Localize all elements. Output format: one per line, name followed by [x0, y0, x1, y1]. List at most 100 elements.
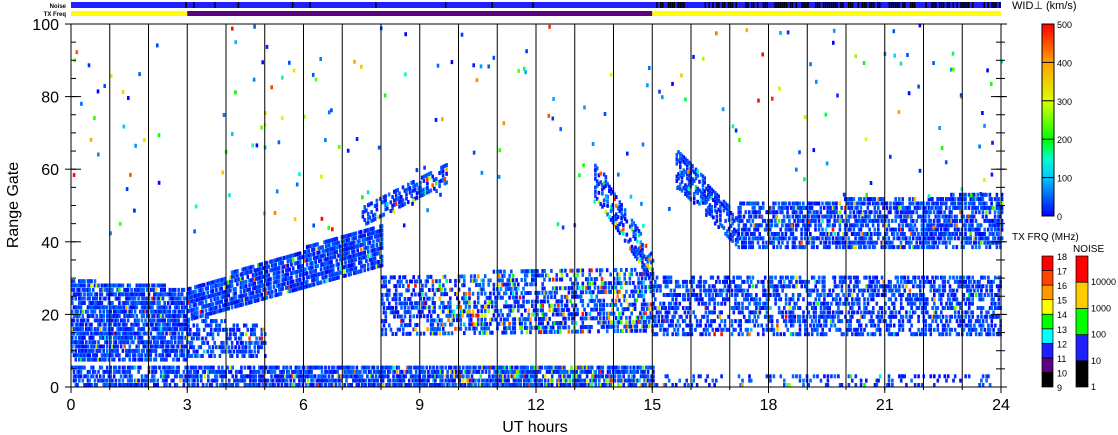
data-cell [83, 283, 86, 288]
data-cell [421, 292, 424, 297]
noise-bar-mark [894, 2, 896, 8]
data-cell [647, 324, 651, 329]
data-cell [751, 240, 755, 245]
data-cell [382, 301, 386, 306]
data-cell [179, 378, 182, 383]
data-cell [602, 324, 606, 329]
data-cell [352, 249, 356, 254]
data-cell [172, 365, 175, 370]
data-cell [239, 336, 243, 341]
data-cell [335, 249, 339, 254]
data-cell [132, 314, 135, 318]
data-cell [125, 322, 128, 327]
data-cell [640, 276, 644, 281]
data-cell [414, 292, 417, 297]
data-cell [623, 212, 627, 217]
data-cell [622, 374, 625, 379]
data-cell [384, 194, 387, 199]
data-cell [414, 283, 417, 288]
noise-bar-mark [948, 2, 951, 8]
data-cell [431, 322, 435, 327]
data-cell [679, 165, 682, 169]
data-cell [286, 263, 290, 268]
data-cell [123, 344, 126, 349]
noise-bar-mark [801, 2, 803, 8]
data-cell [91, 365, 95, 370]
data-cell [558, 329, 562, 334]
data-cell [347, 250, 351, 255]
data-cell [581, 272, 585, 277]
data-cell [633, 302, 637, 307]
data-cell [241, 332, 244, 337]
data-cell [244, 349, 248, 354]
noise-bar-mark [671, 2, 674, 8]
data-cell [206, 349, 209, 354]
data-cell [407, 288, 410, 293]
noise-bar-mark [185, 2, 187, 8]
data-cell [135, 314, 139, 318]
data-cell [125, 305, 128, 310]
data-cell [508, 321, 511, 326]
data-cell [154, 357, 158, 362]
data-cell [177, 287, 180, 292]
data-cell [287, 369, 291, 374]
noise-bar-mark [656, 2, 658, 8]
data-cell [137, 318, 140, 323]
data-cell [494, 300, 497, 305]
data-cell [149, 357, 153, 362]
txfreq-bar [71, 11, 1001, 16]
data-cell [438, 283, 442, 288]
data-cell [544, 325, 548, 330]
data-cell [515, 278, 518, 283]
data-cell [524, 321, 527, 326]
data-cell [619, 268, 623, 272]
data-cell [602, 316, 606, 321]
data-cell [543, 269, 546, 273]
data-cell [616, 215, 620, 220]
data-cell [261, 383, 265, 387]
data-cell [389, 327, 393, 332]
data-cell [571, 369, 575, 374]
data-cell [400, 323, 403, 328]
noise-bar-mark [712, 2, 714, 8]
data-cell [133, 335, 137, 340]
data-cell [130, 374, 133, 379]
data-cell [455, 369, 458, 374]
noise-bar-mark [890, 2, 893, 8]
data-cell [609, 281, 612, 286]
data-cell [401, 369, 404, 374]
data-cell [95, 383, 98, 387]
data-cell [623, 272, 626, 277]
data-cell [126, 287, 130, 292]
data-cell [253, 327, 257, 332]
data-cell [581, 312, 585, 317]
data-cell [227, 293, 230, 298]
data-cell [288, 267, 291, 272]
data-cell [163, 335, 166, 340]
data-cell [438, 184, 441, 189]
data-cell [623, 238, 627, 243]
data-cell [426, 279, 429, 284]
data-cell [133, 357, 137, 362]
data-cell [244, 345, 248, 350]
data-cell [606, 203, 609, 208]
data-cell [473, 274, 476, 279]
data-cell [541, 282, 544, 287]
data-cell [339, 253, 342, 258]
noise-bar-mark [795, 2, 798, 8]
data-cell [524, 308, 527, 313]
data-cell [237, 327, 241, 332]
noise-bar-mark [857, 2, 860, 8]
data-cell [309, 257, 312, 262]
data-cell [443, 287, 447, 292]
data-cell [237, 345, 241, 350]
data-cell [88, 296, 91, 301]
data-cell [475, 326, 478, 331]
data-cell [290, 262, 293, 267]
data-cell [173, 335, 177, 340]
data-cell [391, 332, 395, 336]
data-cell [508, 326, 511, 331]
data-cell [614, 285, 618, 290]
data-cell [403, 297, 407, 301]
data-cell [189, 286, 192, 291]
